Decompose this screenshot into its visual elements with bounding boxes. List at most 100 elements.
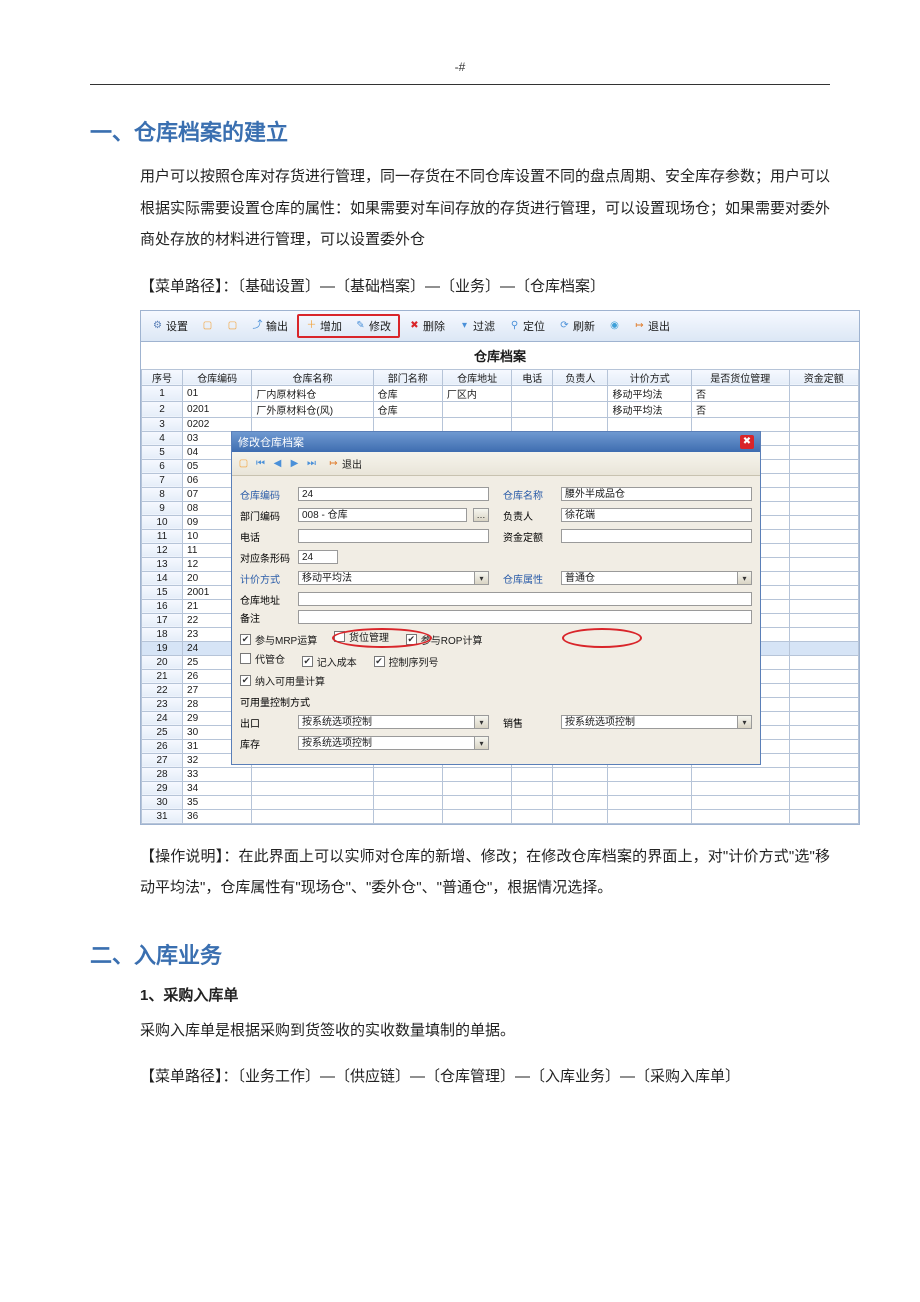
dialog-toolbar: ▢ ⏮ ◀ ▶ ⏭ ↦ 退出 [232,452,760,476]
input-barcode[interactable]: 24 [298,550,338,564]
table-row[interactable]: 20201厂外原材料仓(风)仓库移动平均法否 [142,401,859,417]
table-header-cell: 负责人 [553,369,608,385]
heading-2: 二、入库业务 [90,938,920,970]
check-rop[interactable]: ✔ 参与ROP计算 [406,632,483,647]
prev-icon[interactable]: ◀ [272,458,283,469]
input-addr[interactable] [298,592,752,606]
next-icon[interactable]: ▶ [289,458,300,469]
combo-stock[interactable]: 按系统选项控制 ▾ [298,736,489,750]
table-cell [608,795,691,809]
table-cell [789,683,858,697]
check-cost[interactable]: ✔ 记入成本 [302,654,357,669]
top-rule [90,84,830,85]
input-code[interactable]: 24 [298,487,489,501]
toolbar-locate-button[interactable]: ⚲ 定位 [504,316,550,336]
toolbar-delete-label: 删除 [423,318,445,334]
input-person[interactable]: 徐花端 [561,508,752,522]
dialog-titlebar: 修改仓库档案 ✖ [232,432,760,452]
table-cell [789,725,858,739]
label-stock: 库存 [240,736,292,751]
table-cell [373,767,442,781]
table-cell: 5 [142,445,183,459]
checkbox-icon: ✔ [406,634,417,645]
menu-path-2: 【菜单路径】：〔业务工作〕—〔供应链〕—〔仓库管理〕—〔入库业务〕—〔采购入库单… [140,1062,830,1092]
check-mrp[interactable]: ✔ 参与MRP运算 [240,632,317,647]
toolbar-settings-button[interactable]: ⚙ 设置 [147,316,193,336]
table-row[interactable]: 101厂内原材料仓仓库厂区内移动平均法否 [142,385,859,401]
chevron-down-icon[interactable]: ▾ [475,736,489,750]
add-icon: ＋ [306,320,317,331]
table-cell [252,781,373,795]
table-cell: 27 [142,753,183,767]
table-cell [553,385,608,401]
table-cell [789,487,858,501]
table-cell: 7 [142,473,183,487]
table-cell [553,417,608,431]
chevron-down-icon[interactable]: ▾ [738,715,752,729]
table-row[interactable]: 2934 [142,781,859,795]
chevron-down-icon[interactable]: ▾ [475,571,489,585]
chevron-down-icon[interactable]: ▾ [475,715,489,729]
input-dept[interactable]: 008 - 仓库 [298,508,467,522]
table-cell: 19 [142,641,183,655]
refresh-icon: ⟳ [559,320,570,331]
table-header-cell: 序号 [142,369,183,385]
toolbar-exit-button[interactable]: ↦ 退出 [629,316,675,336]
table-row[interactable]: 3136 [142,809,859,823]
toolbar-modify-button[interactable]: ✎ 修改 [350,316,396,336]
exit-icon: ↦ [328,458,339,469]
combo-prop-value: 普通仓 [561,571,738,585]
table-cell [789,809,858,823]
table-cell [553,795,608,809]
table-cell: 移动平均法 [608,385,691,401]
check-agent[interactable]: 代管仓 [240,651,285,666]
menu-path-1: 【菜单路径】：〔基础设置〕—〔基础档案〕—〔业务〕—〔仓库档案〕 [140,272,830,302]
toolbar-filter-button[interactable]: ▾ 过滤 [454,316,500,336]
table-cell [553,809,608,823]
filter-icon: ▾ [459,320,470,331]
table-cell: 22 [142,683,183,697]
toolbar-paper-button[interactable]: ▢ [197,318,218,333]
table-row[interactable]: 3035 [142,795,859,809]
highlighted-toolbar-group: ＋ 增加 ✎ 修改 [297,314,400,338]
input-name[interactable]: 腰外半成品仓 [561,487,752,501]
table-row[interactable]: 2833 [142,767,859,781]
heading-1: 一、仓库档案的建立 [90,115,920,147]
toolbar-add-button[interactable]: ＋ 增加 [301,316,347,336]
toolbar-refresh-button[interactable]: ⟳ 刷新 [554,316,600,336]
check-bin[interactable]: 货位管理 [334,629,389,644]
chevron-down-icon[interactable]: ▾ [738,571,752,585]
check-avail[interactable]: ✔ 纳入可用量计算 [240,673,325,688]
combo-export[interactable]: 按系统选项控制 ▾ [298,715,489,729]
input-phone[interactable] [298,529,489,543]
combo-sales[interactable]: 按系统选项控制 ▾ [561,715,752,729]
table-cell: 24 [142,711,183,725]
ok-icon: ◉ [609,320,620,331]
pick-dept-button[interactable]: … [473,508,489,522]
combo-pricing[interactable]: 移动平均法 ▾ [298,571,489,585]
dialog-close-button[interactable]: ✖ [740,435,754,449]
table-cell: 36 [183,809,252,823]
input-remark[interactable] [298,610,752,624]
table-cell [442,795,511,809]
toolbar-paper2-button[interactable]: ▢ [222,318,243,333]
checkbox-icon [240,653,251,664]
page-mark: -# [0,60,920,74]
table-cell [789,599,858,613]
dialog-exit-button[interactable]: ↦ 退出 [323,454,367,473]
table-row[interactable]: 30202 [142,417,859,431]
combo-prop[interactable]: 普通仓 ▾ [561,571,752,585]
last-icon[interactable]: ⏭ [306,458,317,469]
combo-stock-value: 按系统选项控制 [298,736,475,750]
label-person: 负责人 [503,508,555,523]
delete-icon: ✖ [409,320,420,331]
toolbar-delete-button[interactable]: ✖ 删除 [404,316,450,336]
toolbar-output-button[interactable]: ⤴ 输出 [247,316,293,336]
toolbar-ok-button[interactable]: ◉ [604,318,625,333]
label-remark: 备注 [240,610,292,625]
table-cell [512,809,553,823]
input-fund[interactable] [561,529,752,543]
table-cell: 10 [142,515,183,529]
first-icon[interactable]: ⏮ [255,458,266,469]
check-serial[interactable]: ✔ 控制序列号 [374,654,439,669]
